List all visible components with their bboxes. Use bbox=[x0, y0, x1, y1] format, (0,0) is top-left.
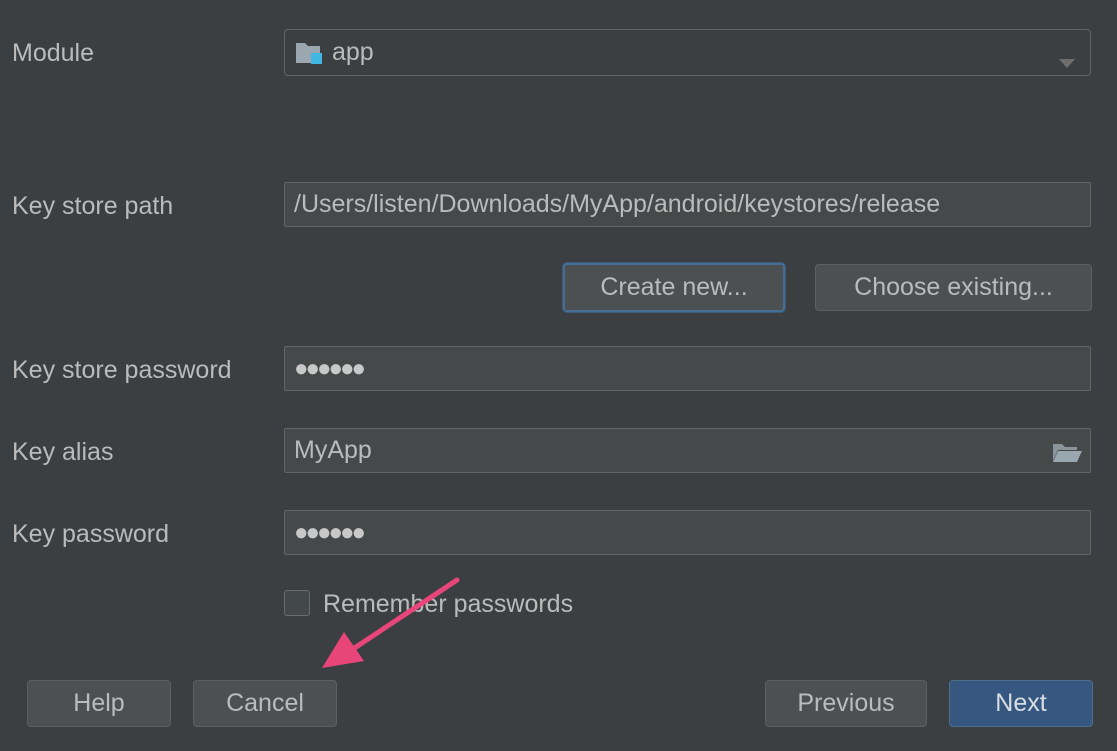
choose-existing-button[interactable]: Choose existing... bbox=[815, 264, 1092, 311]
key-alias-field[interactable]: MyApp bbox=[284, 428, 1091, 473]
module-value: app bbox=[332, 38, 374, 66]
cancel-button[interactable]: Cancel bbox=[193, 680, 337, 727]
create-new-button[interactable]: Create new... bbox=[563, 263, 785, 312]
keystore-password-field[interactable]: ●●●●●● bbox=[284, 346, 1091, 391]
key-alias-value: MyApp bbox=[294, 436, 372, 464]
folder-module-icon-svg bbox=[296, 42, 322, 64]
folder-module-icon bbox=[294, 39, 324, 67]
keystore-password-label: Key store password bbox=[12, 356, 232, 384]
next-button[interactable]: Next bbox=[949, 680, 1093, 727]
chevron-down-icon[interactable] bbox=[1058, 47, 1076, 76]
key-password-label: Key password bbox=[12, 520, 170, 548]
open-folder-icon[interactable] bbox=[1051, 441, 1083, 470]
remember-passwords-checkbox[interactable] bbox=[284, 590, 310, 616]
module-label: Module bbox=[12, 39, 94, 67]
previous-button[interactable]: Previous bbox=[765, 680, 927, 727]
keystore-password-masked: ●●●●●● bbox=[294, 354, 366, 382]
remember-passwords-label[interactable]: Remember passwords bbox=[323, 589, 573, 619]
key-alias-label: Key alias bbox=[12, 438, 114, 466]
key-password-field[interactable]: ●●●●●● bbox=[284, 510, 1091, 555]
module-select[interactable]: app bbox=[284, 29, 1091, 76]
keystore-path-input[interactable]: /Users/listen/Downloads/MyApp/android/ke… bbox=[284, 182, 1091, 227]
keystore-path-label: Key store path bbox=[12, 192, 174, 220]
key-password-masked: ●●●●●● bbox=[294, 518, 366, 546]
help-button[interactable]: Help bbox=[27, 680, 171, 727]
